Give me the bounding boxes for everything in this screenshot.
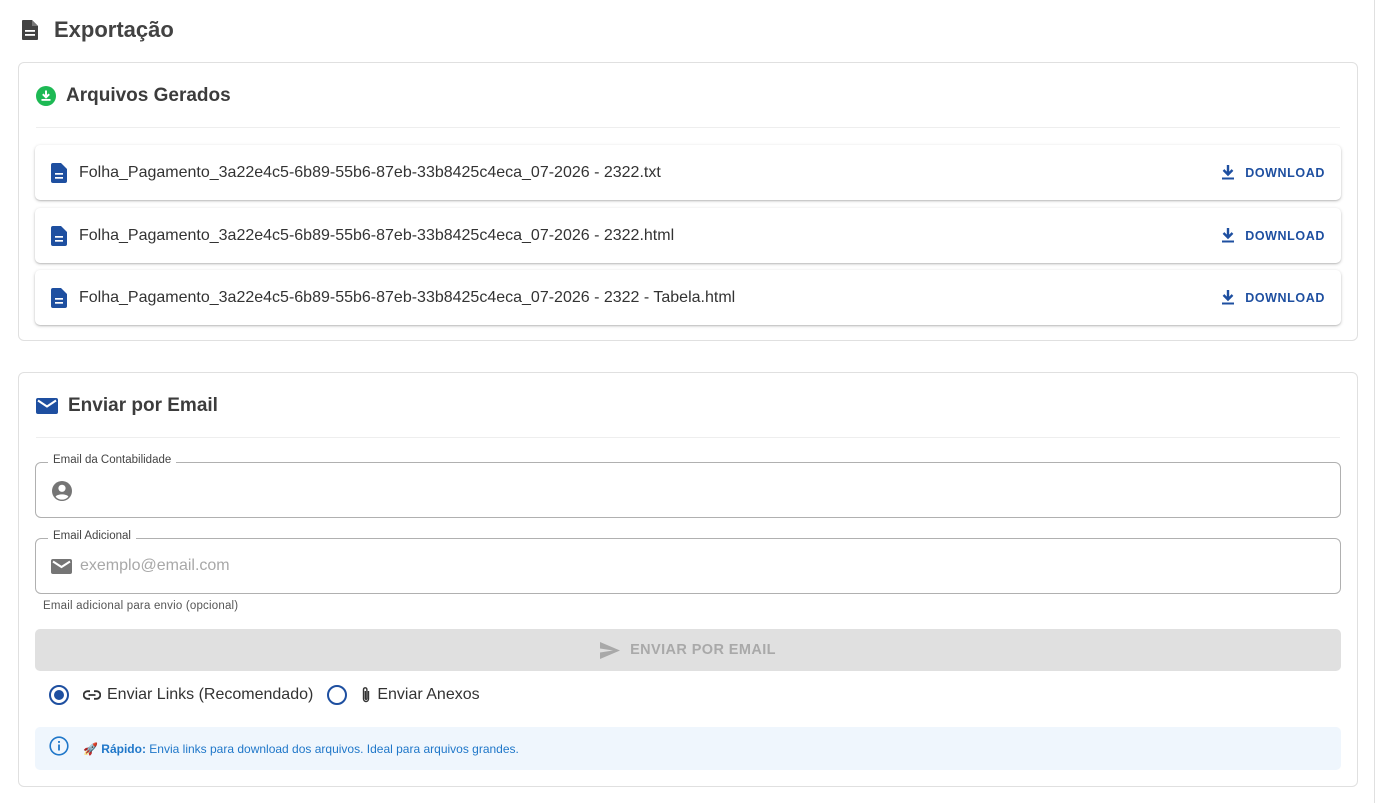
file-icon bbox=[51, 225, 69, 246]
document-icon bbox=[20, 19, 40, 41]
send-links-option[interactable]: Enviar Links (Recomendado) bbox=[83, 686, 313, 704]
link-icon bbox=[83, 690, 101, 700]
divider bbox=[36, 127, 1340, 128]
accounting-email-field: Email da Contabilidade bbox=[35, 454, 1341, 518]
download-icon bbox=[1221, 290, 1235, 305]
paperclip-icon bbox=[361, 686, 371, 704]
send-mode-options: Enviar Links (Recomendado) Enviar Anexos bbox=[49, 683, 480, 707]
file-name: Folha_Pagamento_3a22e4c5-6b89-55b6-87eb-… bbox=[79, 288, 736, 306]
envelope-icon bbox=[51, 556, 73, 578]
send-email-label: ENVIAR POR EMAIL bbox=[630, 642, 776, 658]
file-item: Folha_Pagamento_3a22e4c5-6b89-55b6-87eb-… bbox=[35, 270, 1341, 325]
divider bbox=[36, 437, 1340, 438]
file-icon bbox=[51, 162, 69, 183]
file-item: Folha_Pagamento_3a22e4c5-6b89-55b6-87eb-… bbox=[35, 145, 1341, 200]
email-card-header: Enviar por Email bbox=[36, 393, 1340, 419]
radio-send-attachments[interactable] bbox=[327, 685, 348, 705]
send-links-label: Enviar Links (Recomendado) bbox=[107, 686, 314, 703]
page-title: Exportação bbox=[54, 17, 174, 42]
send-icon bbox=[600, 641, 621, 659]
additional-email-hint: Email adicional para envio (opcional) bbox=[43, 600, 239, 612]
account-circle-icon bbox=[51, 480, 73, 502]
file-icon bbox=[51, 287, 69, 308]
info-text: 🚀 Rápido: Envia links para download dos … bbox=[83, 742, 519, 756]
accounting-email-input[interactable] bbox=[80, 463, 1328, 517]
info-message: Envia links para download dos arquivos. … bbox=[145, 741, 519, 756]
export-page: Exportação Arquivos Gerados Folha_Pagame… bbox=[0, 0, 1375, 803]
files-card: Arquivos Gerados Folha_Pagamento_3a22e4c… bbox=[18, 62, 1358, 341]
radio-send-links[interactable] bbox=[49, 685, 69, 705]
download-button[interactable]: DOWNLOAD bbox=[1221, 286, 1325, 309]
file-name: Folha_Pagamento_3a22e4c5-6b89-55b6-87eb-… bbox=[79, 163, 661, 181]
info-strong: Rápido: bbox=[101, 741, 146, 756]
email-card-title: Enviar por Email bbox=[68, 395, 218, 416]
file-item: Folha_Pagamento_3a22e4c5-6b89-55b6-87eb-… bbox=[35, 208, 1341, 263]
rocket-icon: 🚀 bbox=[83, 741, 98, 756]
file-name: Folha_Pagamento_3a22e4c5-6b89-55b6-87eb-… bbox=[79, 226, 675, 244]
download-label: DOWNLOAD bbox=[1245, 165, 1325, 180]
send-attachments-label: Enviar Anexos bbox=[377, 686, 480, 703]
files-card-header: Arquivos Gerados bbox=[36, 83, 1340, 109]
mail-icon bbox=[36, 397, 58, 415]
info-alert: 🚀 Rápido: Envia links para download dos … bbox=[35, 727, 1341, 770]
download-label: DOWNLOAD bbox=[1245, 228, 1325, 243]
additional-email-field: Email Adicional bbox=[35, 530, 1341, 594]
download-button[interactable]: DOWNLOAD bbox=[1221, 161, 1325, 184]
download-label: DOWNLOAD bbox=[1245, 290, 1325, 305]
additional-email-input[interactable] bbox=[80, 539, 1328, 593]
page-header: Exportação bbox=[20, 14, 174, 46]
download-icon bbox=[1221, 228, 1235, 243]
email-card: Enviar por Email Email da Contabilidade … bbox=[18, 372, 1358, 787]
send-attachments-option[interactable]: Enviar Anexos bbox=[361, 686, 480, 704]
download-icon bbox=[1221, 165, 1235, 180]
download-circle-icon bbox=[36, 86, 56, 106]
download-button[interactable]: DOWNLOAD bbox=[1221, 224, 1325, 247]
files-card-title: Arquivos Gerados bbox=[66, 85, 231, 106]
send-email-button[interactable]: ENVIAR POR EMAIL bbox=[35, 629, 1341, 671]
info-icon bbox=[49, 735, 69, 756]
